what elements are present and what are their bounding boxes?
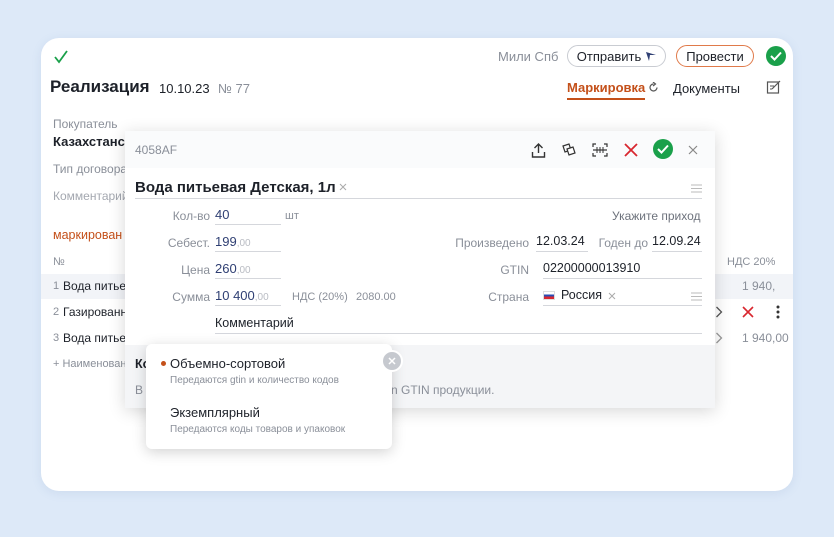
drag-handle-icon[interactable]: [690, 182, 702, 194]
close-dropdown-icon[interactable]: [381, 350, 403, 372]
marking-type-dropdown: Объемно-сортовой Передаются gtin и колич…: [146, 344, 392, 449]
gtin-field[interactable]: 02200000013910: [543, 261, 702, 279]
cost-label: Себест.: [167, 236, 210, 250]
comment-field[interactable]: Комментарий: [53, 189, 129, 203]
post-label: Провести: [686, 48, 744, 64]
cost-value: 199: [215, 234, 237, 249]
row-vat: 1 940,: [742, 279, 776, 293]
document-number: № 77: [218, 81, 251, 96]
sum-field[interactable]: 10 400,00: [215, 288, 281, 306]
quantity-field[interactable]: 40: [215, 207, 281, 225]
row-name: Газированн: [63, 305, 128, 319]
send-button[interactable]: Отправить: [567, 45, 666, 67]
expiry-value: 12.09.24: [652, 234, 701, 248]
price-value: 260: [215, 261, 237, 276]
row-number: 1: [53, 280, 60, 292]
item-comment-label: Комментарий: [215, 316, 294, 330]
page-title: Реализация: [50, 77, 150, 96]
contract-type-label: Тип договора: [53, 162, 128, 176]
row-name: Вода питье: [63, 279, 127, 293]
document-date: 10.10.23: [159, 81, 210, 96]
buyer-value[interactable]: Казахстанс: [53, 134, 125, 149]
copy-icon[interactable]: [560, 141, 578, 159]
dropdown-option[interactable]: Экземплярный Передаются коды товаров и у…: [146, 399, 392, 443]
option-title: Объемно-сортовой: [170, 356, 286, 371]
quantity-label: Кол-во: [172, 209, 210, 223]
send-label: Отправить: [576, 48, 642, 64]
gtin-value: 02200000013910: [543, 261, 641, 275]
quantity-unit: шт: [285, 210, 299, 222]
tab-marking[interactable]: Маркировка: [567, 80, 646, 100]
scan-code-icon[interactable]: [591, 141, 609, 159]
tab-marking-label: Маркировка: [567, 80, 646, 95]
close-icon[interactable]: [686, 143, 700, 157]
country-label: Страна: [488, 290, 529, 304]
price-field[interactable]: 260,00: [215, 261, 281, 279]
tab-documents[interactable]: Документы: [673, 81, 740, 96]
row-number: 3: [53, 332, 60, 344]
price-label: Цена: [181, 263, 210, 277]
item-comment-field[interactable]: Комментарий: [215, 316, 702, 334]
product-name[interactable]: Вода питьевая Детская, 1л: [135, 179, 336, 196]
confirm-icon[interactable]: [653, 139, 673, 159]
add-item-button[interactable]: + Наименован: [53, 358, 126, 370]
edit-document-icon[interactable]: [765, 78, 783, 96]
specify-income-link[interactable]: Укажите приход: [612, 209, 701, 223]
produced-value: 12.03.24: [536, 234, 585, 248]
delete-icon[interactable]: [622, 141, 640, 159]
produced-label: Произведено: [455, 236, 529, 250]
produced-field[interactable]: 12.03.24: [536, 234, 588, 252]
option-description: Передаются gtin и количество кодов: [170, 375, 339, 386]
refresh-icon[interactable]: [647, 81, 659, 93]
gtin-label: GTIN: [500, 263, 529, 277]
sum-label: Сумма: [172, 290, 210, 304]
upload-icon[interactable]: [529, 141, 547, 159]
product-code: 4058AF: [135, 143, 178, 157]
clear-country-icon[interactable]: [607, 291, 617, 301]
country-field[interactable]: Россия: [543, 288, 702, 306]
marked-section-label: маркирован: [53, 228, 123, 242]
expiry-field[interactable]: 12.09.24: [652, 234, 702, 252]
country-list-icon[interactable]: [690, 290, 702, 302]
vat-label: НДС (20%): [292, 291, 348, 303]
clear-product-icon[interactable]: [338, 182, 348, 192]
vat-value: 2080.00: [356, 291, 396, 303]
cost-field[interactable]: 199,00: [215, 234, 281, 252]
russia-flag-icon: [543, 291, 555, 301]
option-description: Передаются коды товаров и упаковок: [170, 424, 346, 435]
quantity-value: 40: [215, 207, 230, 222]
option-title: Экземплярный: [170, 405, 260, 420]
row-number: 2: [53, 306, 60, 318]
column-vat-header: НДС 20%: [727, 256, 776, 268]
selected-dot-icon: [161, 361, 166, 366]
row-vat: 1 940,00: [742, 331, 789, 345]
product-name-underline: [135, 198, 702, 199]
buyer-label: Покупатель: [53, 117, 118, 131]
marking-hint-start: В: [135, 383, 144, 397]
price-decimals: ,00: [236, 265, 251, 276]
country-value: Россия: [561, 288, 602, 302]
delete-row-icon[interactable]: [741, 305, 755, 319]
expiry-label: Годен до: [598, 236, 648, 250]
marking-hint-end: n GTIN продукции.: [391, 383, 495, 397]
send-arrow-icon: [646, 52, 657, 61]
company-name: Мили Спб: [498, 49, 559, 64]
column-number-header: №: [53, 256, 65, 268]
post-button[interactable]: Провести: [676, 45, 754, 67]
check-mark-icon: [53, 48, 69, 66]
more-options-icon[interactable]: [774, 304, 782, 320]
sum-value: 10 400: [215, 288, 255, 303]
dropdown-option[interactable]: Объемно-сортовой Передаются gtin и колич…: [146, 350, 392, 394]
sum-decimals: ,00: [254, 292, 269, 303]
cost-decimals: ,00: [236, 238, 251, 249]
status-done-icon[interactable]: [766, 46, 786, 66]
row-name: Вода питье: [63, 331, 127, 345]
